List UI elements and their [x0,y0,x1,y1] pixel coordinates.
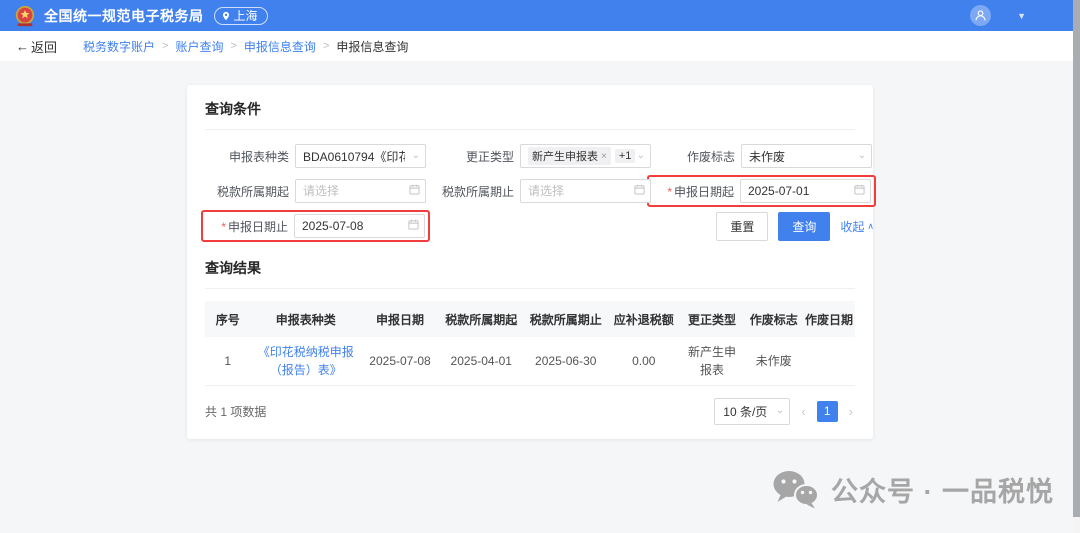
report-type-value: BDA0610794《印花税纳税... [303,148,405,165]
col-period-end: 税款所属期止 [524,301,609,337]
correction-type-tag: 新产生申报表 × [528,147,611,165]
cell-void-date [803,337,855,385]
breadcrumb-item-digital-account[interactable]: 税务数字账户 [83,38,155,55]
cell-index: 1 [205,337,251,385]
chevron-down-icon: ⌄ [637,151,645,161]
total-count-label: 共 1 项数据 [205,403,266,420]
breadcrumb-separator: > [323,40,329,52]
col-filing-date: 申报日期 [361,301,439,337]
field-correction-type: 更正类型 新产生申报表 × +1 ⌄ [430,142,651,170]
col-index: 序号 [205,301,251,337]
query-card: 查询条件 申报表种类 BDA0610794《印花税纳税... ⌄ 更正类型 新产… [187,85,873,439]
field-void-flag: 作废标志 未作废 ⌄ [651,142,876,170]
chevron-up-icon: ∧ [867,221,874,232]
void-flag-select[interactable]: 未作废 ⌄ [741,144,872,168]
filing-date-start-annotation-box: *申报日期起 [647,175,876,207]
prev-page-button[interactable]: ‹ [799,404,807,419]
calendar-icon [854,184,865,198]
field-period-end: 税款所属期止 [430,177,651,205]
calendar-icon [634,184,645,198]
field-filing-date-start: *申报日期起 [651,177,876,205]
calendar-icon [408,219,419,233]
back-arrow-icon: ← [16,39,29,54]
breadcrumb-separator: > [230,40,236,52]
breadcrumb-item-account-query[interactable]: 账户查询 [175,38,223,55]
person-icon [974,9,987,22]
user-menu-chevron-icon[interactable]: ▼ [1017,11,1026,21]
report-type-select[interactable]: BDA0610794《印花税纳税... ⌄ [295,144,426,168]
location-selector[interactable]: 上海 [214,7,268,25]
required-mark: * [667,185,672,199]
void-flag-value: 未作废 [749,148,785,165]
field-filing-date-end: *申报日期止 [205,212,430,240]
breadcrumb: 税务数字账户 > 账户查询 > 申报信息查询 > 申报信息查询 [83,38,408,55]
form-spacer [430,212,651,240]
watermark-text: 公众号 · 一品税悦 [831,470,1054,509]
col-correction-type: 更正类型 [680,301,745,337]
location-label: 上海 [234,7,258,24]
report-type-link[interactable]: 《印花税纳税申报（报告）表》 [258,345,354,377]
wechat-icon [772,469,820,509]
required-mark: * [221,220,226,234]
query-form: 申报表种类 BDA0610794《印花税纳税... ⌄ 更正类型 新产生申报表 … [205,142,855,240]
breadcrumb-separator: > [162,40,168,52]
breadcrumb-bar: ←返回 税务数字账户 > 账户查询 > 申报信息查询 > 申报信息查询 [0,31,1080,61]
query-results-title: 查询结果 [205,258,855,289]
table-footer: 共 1 项数据 10 条/页 ⌄ ‹ 1 › [205,398,855,425]
breadcrumb-item-filing-info-query[interactable]: 申报信息查询 [244,38,316,55]
col-void-flag: 作废标志 [745,301,804,337]
period-start-input[interactable] [303,184,405,198]
next-page-button[interactable]: › [847,404,855,419]
col-void-date: 作废日期 [803,301,855,337]
field-period-start: 税款所属期起 [205,177,430,205]
query-results-section: 查询结果 序号 申报表种类 申报日期 税款所属期起 税款所属期止 应补退税额 更… [205,258,855,425]
correction-type-extra-tag: +1 [615,149,636,163]
location-pin-icon [221,11,231,21]
tag-remove-icon[interactable]: × [601,151,607,162]
field-report-type: 申报表种类 BDA0610794《印花税纳税... ⌄ [205,142,430,170]
national-emblem-logo [14,5,36,27]
app-header: 全国统一规范电子税务局 上海 ▼ [0,0,1080,31]
form-actions: 重置 查询 收起 ∧ [651,212,876,240]
filing-date-start-input[interactable] [748,184,850,198]
page-size-select[interactable]: 10 条/页 ⌄ [714,398,790,425]
calendar-icon [409,184,420,198]
cell-correction-type: 新产生申报表 [680,337,745,385]
pagination: 10 条/页 ⌄ ‹ 1 › [714,398,855,425]
table-row: 1 《印花税纳税申报（报告）表》 2025-07-08 2025-04-01 2… [205,337,855,385]
results-table: 序号 申报表种类 申报日期 税款所属期起 税款所属期止 应补退税额 更正类型 作… [205,301,855,386]
chevron-down-icon: ⌄ [776,406,784,416]
period-start-datepicker[interactable] [295,179,426,203]
chevron-down-icon: ⌄ [858,151,866,161]
breadcrumb-current-page: 申报信息查询 [336,38,408,55]
collapse-toggle[interactable]: 收起 ∧ [840,218,874,235]
user-avatar[interactable] [970,5,991,26]
filing-date-end-datepicker[interactable] [294,214,425,238]
query-conditions-title: 查询条件 [205,99,855,130]
col-tax-amount: 应补退税额 [608,301,680,337]
filing-date-end-annotation-box: *申报日期止 [201,210,430,242]
watermark: 公众号 · 一品税悦 [772,469,1054,509]
period-end-datepicker[interactable] [520,179,651,203]
chevron-down-icon: ⌄ [412,151,420,161]
correction-type-multiselect[interactable]: 新产生申报表 × +1 ⌄ [520,144,651,168]
filing-date-start-datepicker[interactable] [740,179,871,203]
cell-filing-date: 2025-07-08 [361,337,439,385]
period-end-input[interactable] [528,184,630,198]
filing-date-end-input[interactable] [302,219,404,233]
col-report-type: 申报表种类 [251,301,362,337]
scrollbar-thumb[interactable] [1073,0,1080,517]
app-title: 全国统一规范电子税务局 [44,6,204,26]
reset-button[interactable]: 重置 [716,212,768,241]
cell-period-end: 2025-06-30 [524,337,609,385]
cell-period-start: 2025-04-01 [439,337,524,385]
col-period-start: 税款所属期起 [439,301,524,337]
back-button[interactable]: ←返回 [16,37,57,56]
vertical-scrollbar[interactable] [1073,0,1080,533]
cell-void-flag: 未作废 [745,337,804,385]
table-header-row: 序号 申报表种类 申报日期 税款所属期起 税款所属期止 应补退税额 更正类型 作… [205,301,855,337]
cell-tax-amount: 0.00 [608,337,680,385]
page-number-button[interactable]: 1 [817,401,838,422]
search-button[interactable]: 查询 [778,212,830,241]
